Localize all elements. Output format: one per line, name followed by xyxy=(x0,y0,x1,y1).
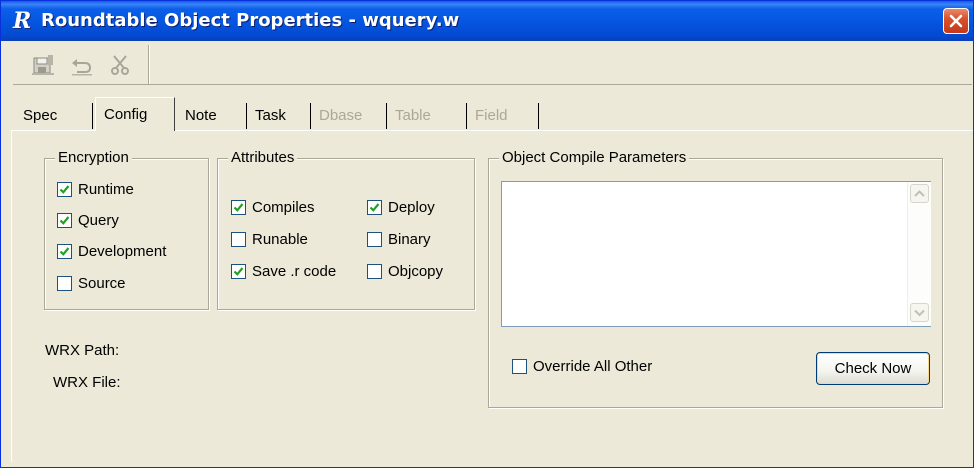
query-checkbox[interactable]: Query xyxy=(57,212,119,229)
checkbox-box[interactable] xyxy=(57,276,72,291)
checkmark-icon xyxy=(59,185,70,194)
checkmark-icon xyxy=(233,267,244,276)
checkbox-box[interactable] xyxy=(57,244,72,259)
tab-table[interactable]: Table xyxy=(387,103,467,129)
compiles-label: Compiles xyxy=(252,199,315,216)
checkmark-icon xyxy=(233,203,244,212)
close-x-icon xyxy=(949,14,963,28)
checkbox-box[interactable] xyxy=(231,264,246,279)
checkbox-box[interactable] xyxy=(231,200,246,215)
runable-label: Runable xyxy=(252,231,308,248)
tab-note[interactable]: Note xyxy=(177,103,247,129)
runable-checkbox[interactable]: Runable xyxy=(231,231,308,248)
override-all-other-label: Override All Other xyxy=(533,358,653,375)
checkbox-box[interactable] xyxy=(57,182,72,197)
cut-button[interactable] xyxy=(107,53,135,79)
source-checkbox[interactable]: Source xyxy=(57,275,126,292)
compile-params-scrollbar[interactable] xyxy=(907,182,931,326)
title-bar[interactable]: R Roundtable Object Properties - wquery.… xyxy=(1,1,973,41)
compile-params-textarea[interactable] xyxy=(501,181,931,327)
checkmark-icon xyxy=(59,247,70,256)
scroll-down-button[interactable] xyxy=(910,303,929,322)
cut-icon xyxy=(111,55,129,75)
tab-dbase[interactable]: Dbase xyxy=(311,103,387,129)
checkbox-box[interactable] xyxy=(367,200,382,215)
objcopy-label: Objcopy xyxy=(388,263,444,280)
objcopy-checkbox[interactable]: Objcopy xyxy=(367,263,443,280)
attributes-group-title: Attributes xyxy=(228,149,298,166)
checkbox-box[interactable] xyxy=(512,359,527,374)
development-label: Development xyxy=(78,243,167,260)
checkbox-box[interactable] xyxy=(231,232,246,247)
roundtable-app-icon: R xyxy=(13,8,32,34)
undo-icon xyxy=(72,59,92,76)
chevron-up-icon xyxy=(914,190,925,197)
save-icon xyxy=(32,55,54,75)
scroll-up-button[interactable] xyxy=(910,184,929,203)
override-all-other-checkbox[interactable]: Override All Other xyxy=(512,358,652,375)
tab-field[interactable]: Field xyxy=(467,103,539,129)
check-now-button[interactable]: Check Now xyxy=(816,352,930,385)
checkbox-box[interactable] xyxy=(367,264,382,279)
toolbar xyxy=(13,45,972,85)
chevron-down-icon xyxy=(914,309,925,317)
checkbox-box[interactable] xyxy=(367,232,382,247)
close-button[interactable] xyxy=(943,8,969,34)
properties-window: R Roundtable Object Properties - wquery.… xyxy=(0,0,974,468)
binary-checkbox[interactable]: Binary xyxy=(367,231,431,248)
checkbox-box[interactable] xyxy=(57,213,72,228)
save-r-code-label: Save .r code xyxy=(252,263,337,280)
query-label: Query xyxy=(78,212,119,229)
checkmark-icon xyxy=(369,203,380,212)
runtime-label: Runtime xyxy=(78,181,134,198)
tab-config[interactable]: Config xyxy=(95,97,175,131)
encryption-group-title: Encryption xyxy=(55,149,132,166)
deploy-checkbox[interactable]: Deploy xyxy=(367,199,435,216)
wrx-path-label: WRX Path: xyxy=(45,342,120,359)
runtime-checkbox[interactable]: Runtime xyxy=(57,181,134,198)
wrx-file-label: WRX File: xyxy=(53,374,121,391)
save-button[interactable] xyxy=(31,53,59,79)
tab-strip: Spec Config Note Task Dbase Table Field xyxy=(1,89,973,131)
binary-label: Binary xyxy=(388,231,431,248)
deploy-label: Deploy xyxy=(388,199,435,216)
compile-params-title: Object Compile Parameters xyxy=(499,149,690,166)
tab-spec[interactable]: Spec xyxy=(15,103,93,129)
checkmark-icon xyxy=(59,216,70,225)
save-r-code-checkbox[interactable]: Save .r code xyxy=(231,263,336,280)
undo-button[interactable] xyxy=(69,53,97,79)
tab-task[interactable]: Task xyxy=(247,103,311,129)
window-title: Roundtable Object Properties - wquery.w xyxy=(41,10,460,31)
compiles-checkbox[interactable]: Compiles xyxy=(231,199,315,216)
development-checkbox[interactable]: Development xyxy=(57,243,166,260)
source-label: Source xyxy=(78,275,126,292)
